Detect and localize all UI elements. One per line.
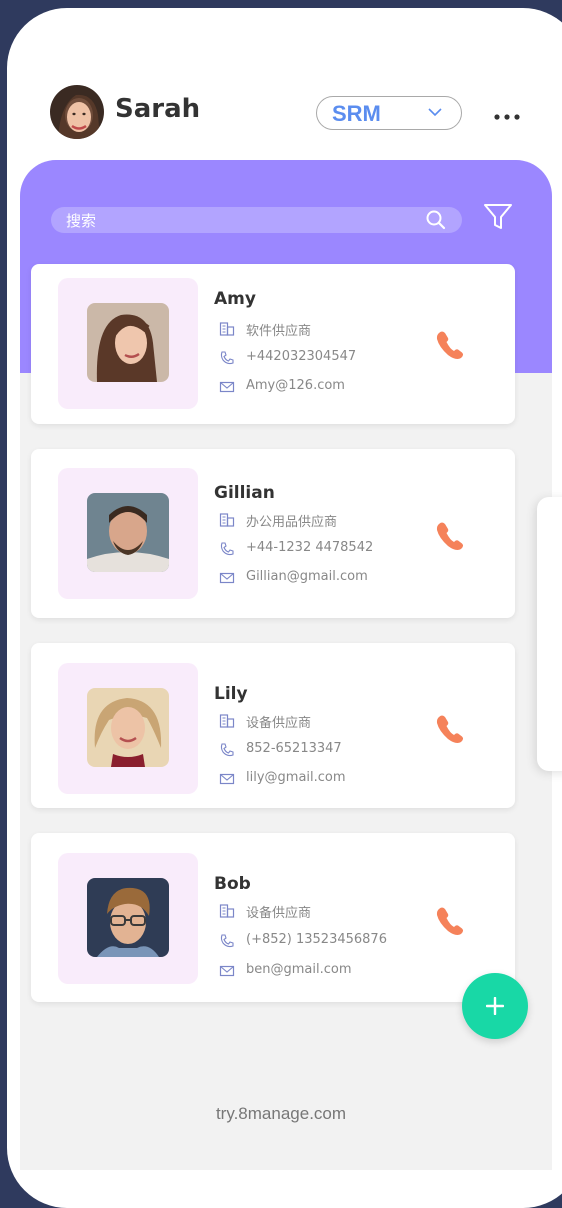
contact-photo-frame: [58, 468, 198, 599]
contact-phone[interactable]: (+852) 13523456876: [246, 932, 387, 947]
mail-icon: [219, 572, 235, 584]
contact-name: Amy: [214, 289, 256, 309]
user-name: Sarah: [115, 94, 201, 124]
contact-photo: [87, 878, 169, 957]
contact-photo: [87, 303, 169, 382]
top-bar: Sarah SRM: [7, 8, 562, 158]
building-icon: [219, 714, 235, 728]
mail-icon: [219, 773, 235, 785]
contact-card[interactable]: Amy 软件供应商 +442032304547 Amy@126.com: [31, 264, 515, 424]
building-icon: [219, 513, 235, 527]
contact-card[interactable]: Bob 设备供应商 (+852) 13523456876 ben@gmail.c…: [31, 833, 515, 1002]
contact-photo: [87, 688, 169, 767]
app-selector-label: SRM: [332, 101, 381, 126]
app-selector[interactable]: SRM: [316, 96, 462, 130]
avatar[interactable]: [50, 85, 104, 139]
contact-name: Gillian: [214, 483, 275, 503]
contact-photo: [87, 493, 169, 572]
filter-icon[interactable]: [483, 202, 513, 232]
phone-icon: [220, 542, 234, 556]
mail-icon: [219, 965, 235, 977]
building-icon: [219, 904, 235, 918]
mail-icon: [219, 381, 235, 393]
contact-company: 办公用品供应商: [246, 515, 338, 530]
contact-photo-frame: [58, 663, 198, 794]
side-drawer-handle[interactable]: [537, 497, 562, 771]
contact-company: 软件供应商: [246, 324, 312, 339]
contact-phone[interactable]: +44-1232 4478542: [246, 540, 373, 555]
phone-icon: [220, 351, 234, 365]
contact-card[interactable]: Lily 设备供应商 852-65213347 lily@gmail.com: [31, 643, 515, 808]
search-icon[interactable]: [425, 209, 447, 231]
call-icon[interactable]: [431, 518, 467, 554]
chevron-down-icon: [428, 108, 442, 117]
contact-photo-frame: [58, 853, 198, 984]
call-icon[interactable]: [431, 903, 467, 939]
contact-phone[interactable]: +442032304547: [246, 349, 356, 364]
call-icon[interactable]: [431, 711, 467, 747]
phone-icon: [220, 743, 234, 757]
search-bar[interactable]: 搜索: [51, 207, 462, 233]
contact-photo-frame: [58, 278, 198, 409]
contact-email[interactable]: Gillian@gmail.com: [246, 569, 368, 584]
building-icon: [219, 322, 235, 336]
footer-url: try.8manage.com: [215, 1104, 347, 1123]
more-icon[interactable]: [493, 112, 523, 122]
contact-company: 设备供应商: [246, 906, 312, 921]
contact-name: Bob: [214, 874, 251, 894]
call-icon[interactable]: [431, 327, 467, 363]
phone-icon: [220, 934, 234, 948]
contact-name: Lily: [214, 684, 248, 704]
contact-email[interactable]: ben@gmail.com: [246, 962, 352, 977]
contact-email[interactable]: Amy@126.com: [246, 378, 345, 393]
contact-email[interactable]: lily@gmail.com: [246, 770, 346, 785]
plus-icon: [486, 997, 504, 1015]
contact-company: 设备供应商: [246, 716, 312, 731]
add-contact-button[interactable]: [462, 973, 528, 1039]
contact-phone[interactable]: 852-65213347: [246, 741, 342, 756]
search-input[interactable]: 搜索: [66, 210, 96, 231]
contact-card[interactable]: Gillian 办公用品供应商 +44-1232 4478542 Gillian…: [31, 449, 515, 618]
